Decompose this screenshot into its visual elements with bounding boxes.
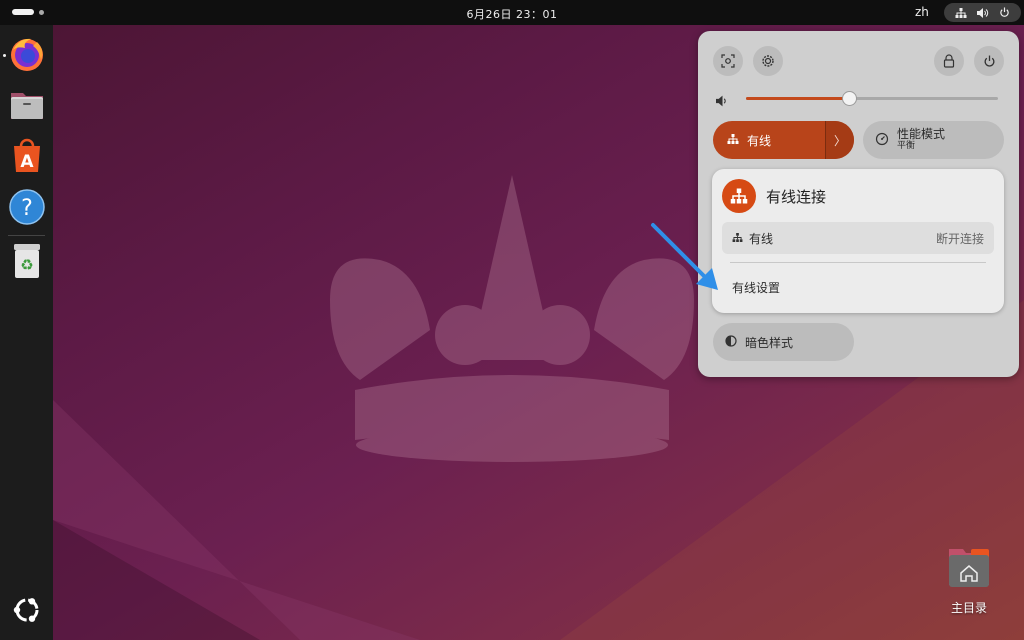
volume-icon bbox=[977, 7, 989, 18]
settings-button[interactable] bbox=[753, 46, 783, 76]
wired-menu-title: 有线连接 bbox=[766, 187, 827, 206]
screenshot-icon bbox=[721, 54, 735, 68]
lock-icon bbox=[943, 54, 955, 68]
quick-settings-panel: 有线 〉 性能模式 平衡 有线连接 有线 断开连接 有线设置 暗色样式 bbox=[698, 31, 1019, 377]
dock-item-firefox[interactable] bbox=[7, 34, 47, 74]
wired-network-toggle[interactable]: 有线 bbox=[713, 121, 825, 159]
ubuntu-logo-icon bbox=[13, 598, 39, 622]
show-apps-button[interactable] bbox=[7, 590, 47, 630]
dark-style-tile[interactable]: 暗色样式 bbox=[713, 323, 854, 361]
gear-icon bbox=[762, 55, 774, 67]
screenshot-button[interactable] bbox=[713, 46, 743, 76]
files-icon bbox=[11, 93, 43, 119]
lock-screen-button[interactable] bbox=[934, 46, 964, 76]
wired-network-icon bbox=[955, 7, 967, 18]
volume-slider[interactable] bbox=[746, 91, 998, 106]
wired-connection-item[interactable]: 有线 断开连接 bbox=[722, 222, 994, 254]
home-folder-icon bbox=[949, 549, 989, 587]
wired-network-icon bbox=[727, 133, 739, 147]
wired-settings-item[interactable]: 有线设置 bbox=[732, 279, 780, 296]
power-menu-button[interactable] bbox=[974, 46, 1004, 76]
clock[interactable]: 6月26日 23：01 bbox=[0, 6, 1024, 22]
dock-item-help[interactable]: ? bbox=[7, 187, 47, 227]
wired-connection-menu: 有线连接 有线 断开连接 有线设置 bbox=[712, 169, 1004, 313]
dark-style-label: 暗色样式 bbox=[745, 335, 794, 350]
menu-separator bbox=[730, 262, 986, 263]
running-indicator bbox=[3, 54, 6, 57]
volume-icon bbox=[716, 92, 729, 111]
volume-row bbox=[716, 91, 1001, 107]
power-mode-value: 平衡 bbox=[897, 141, 916, 151]
power-icon bbox=[984, 55, 994, 67]
firefox-icon bbox=[11, 38, 43, 71]
chevron-right-icon: 〉 bbox=[833, 133, 846, 148]
disconnect-button[interactable]: 断开连接 bbox=[936, 230, 984, 247]
top-bar: 6月26日 23：01 zh bbox=[0, 0, 1024, 25]
home-folder-label: 主目录 bbox=[950, 601, 987, 615]
wired-connection-name: 有线 bbox=[749, 231, 774, 246]
input-language-indicator[interactable]: zh bbox=[915, 5, 929, 19]
wired-network-icon bbox=[722, 179, 756, 213]
wired-network-tile[interactable]: 有线 〉 bbox=[713, 121, 854, 159]
dark-mode-icon bbox=[725, 334, 737, 350]
app-store-icon: A bbox=[14, 138, 40, 172]
wired-network-icon bbox=[732, 231, 743, 245]
dock-item-app-center[interactable]: A bbox=[7, 136, 47, 176]
dock-separator bbox=[8, 235, 45, 236]
svg-text:?: ? bbox=[21, 196, 33, 221]
svg-text:♻: ♻ bbox=[20, 256, 33, 274]
wired-network-label: 有线 bbox=[747, 133, 772, 148]
speedometer-icon bbox=[875, 131, 889, 150]
dock-item-files[interactable] bbox=[7, 85, 47, 125]
trash-icon: ♻ bbox=[14, 244, 40, 278]
power-mode-tile[interactable]: 性能模式 平衡 bbox=[863, 121, 1004, 159]
power-mode-label: 性能模式 bbox=[897, 127, 946, 141]
volume-slider-handle[interactable] bbox=[842, 91, 858, 106]
power-icon bbox=[999, 7, 1010, 18]
crown-logo bbox=[330, 175, 694, 462]
volume-slider-fill bbox=[746, 97, 850, 100]
wired-menu-header: 有线连接 bbox=[722, 179, 826, 213]
dock: A ? ♻ bbox=[0, 25, 53, 640]
dock-item-trash[interactable]: ♻ bbox=[7, 241, 47, 281]
wired-network-menu-button[interactable]: 〉 bbox=[825, 121, 854, 159]
svg-text:A: A bbox=[20, 152, 34, 172]
desktop-home-folder[interactable]: 主目录 bbox=[937, 545, 1001, 616]
system-status-menu[interactable] bbox=[944, 3, 1021, 22]
help-icon: ? bbox=[9, 189, 45, 225]
